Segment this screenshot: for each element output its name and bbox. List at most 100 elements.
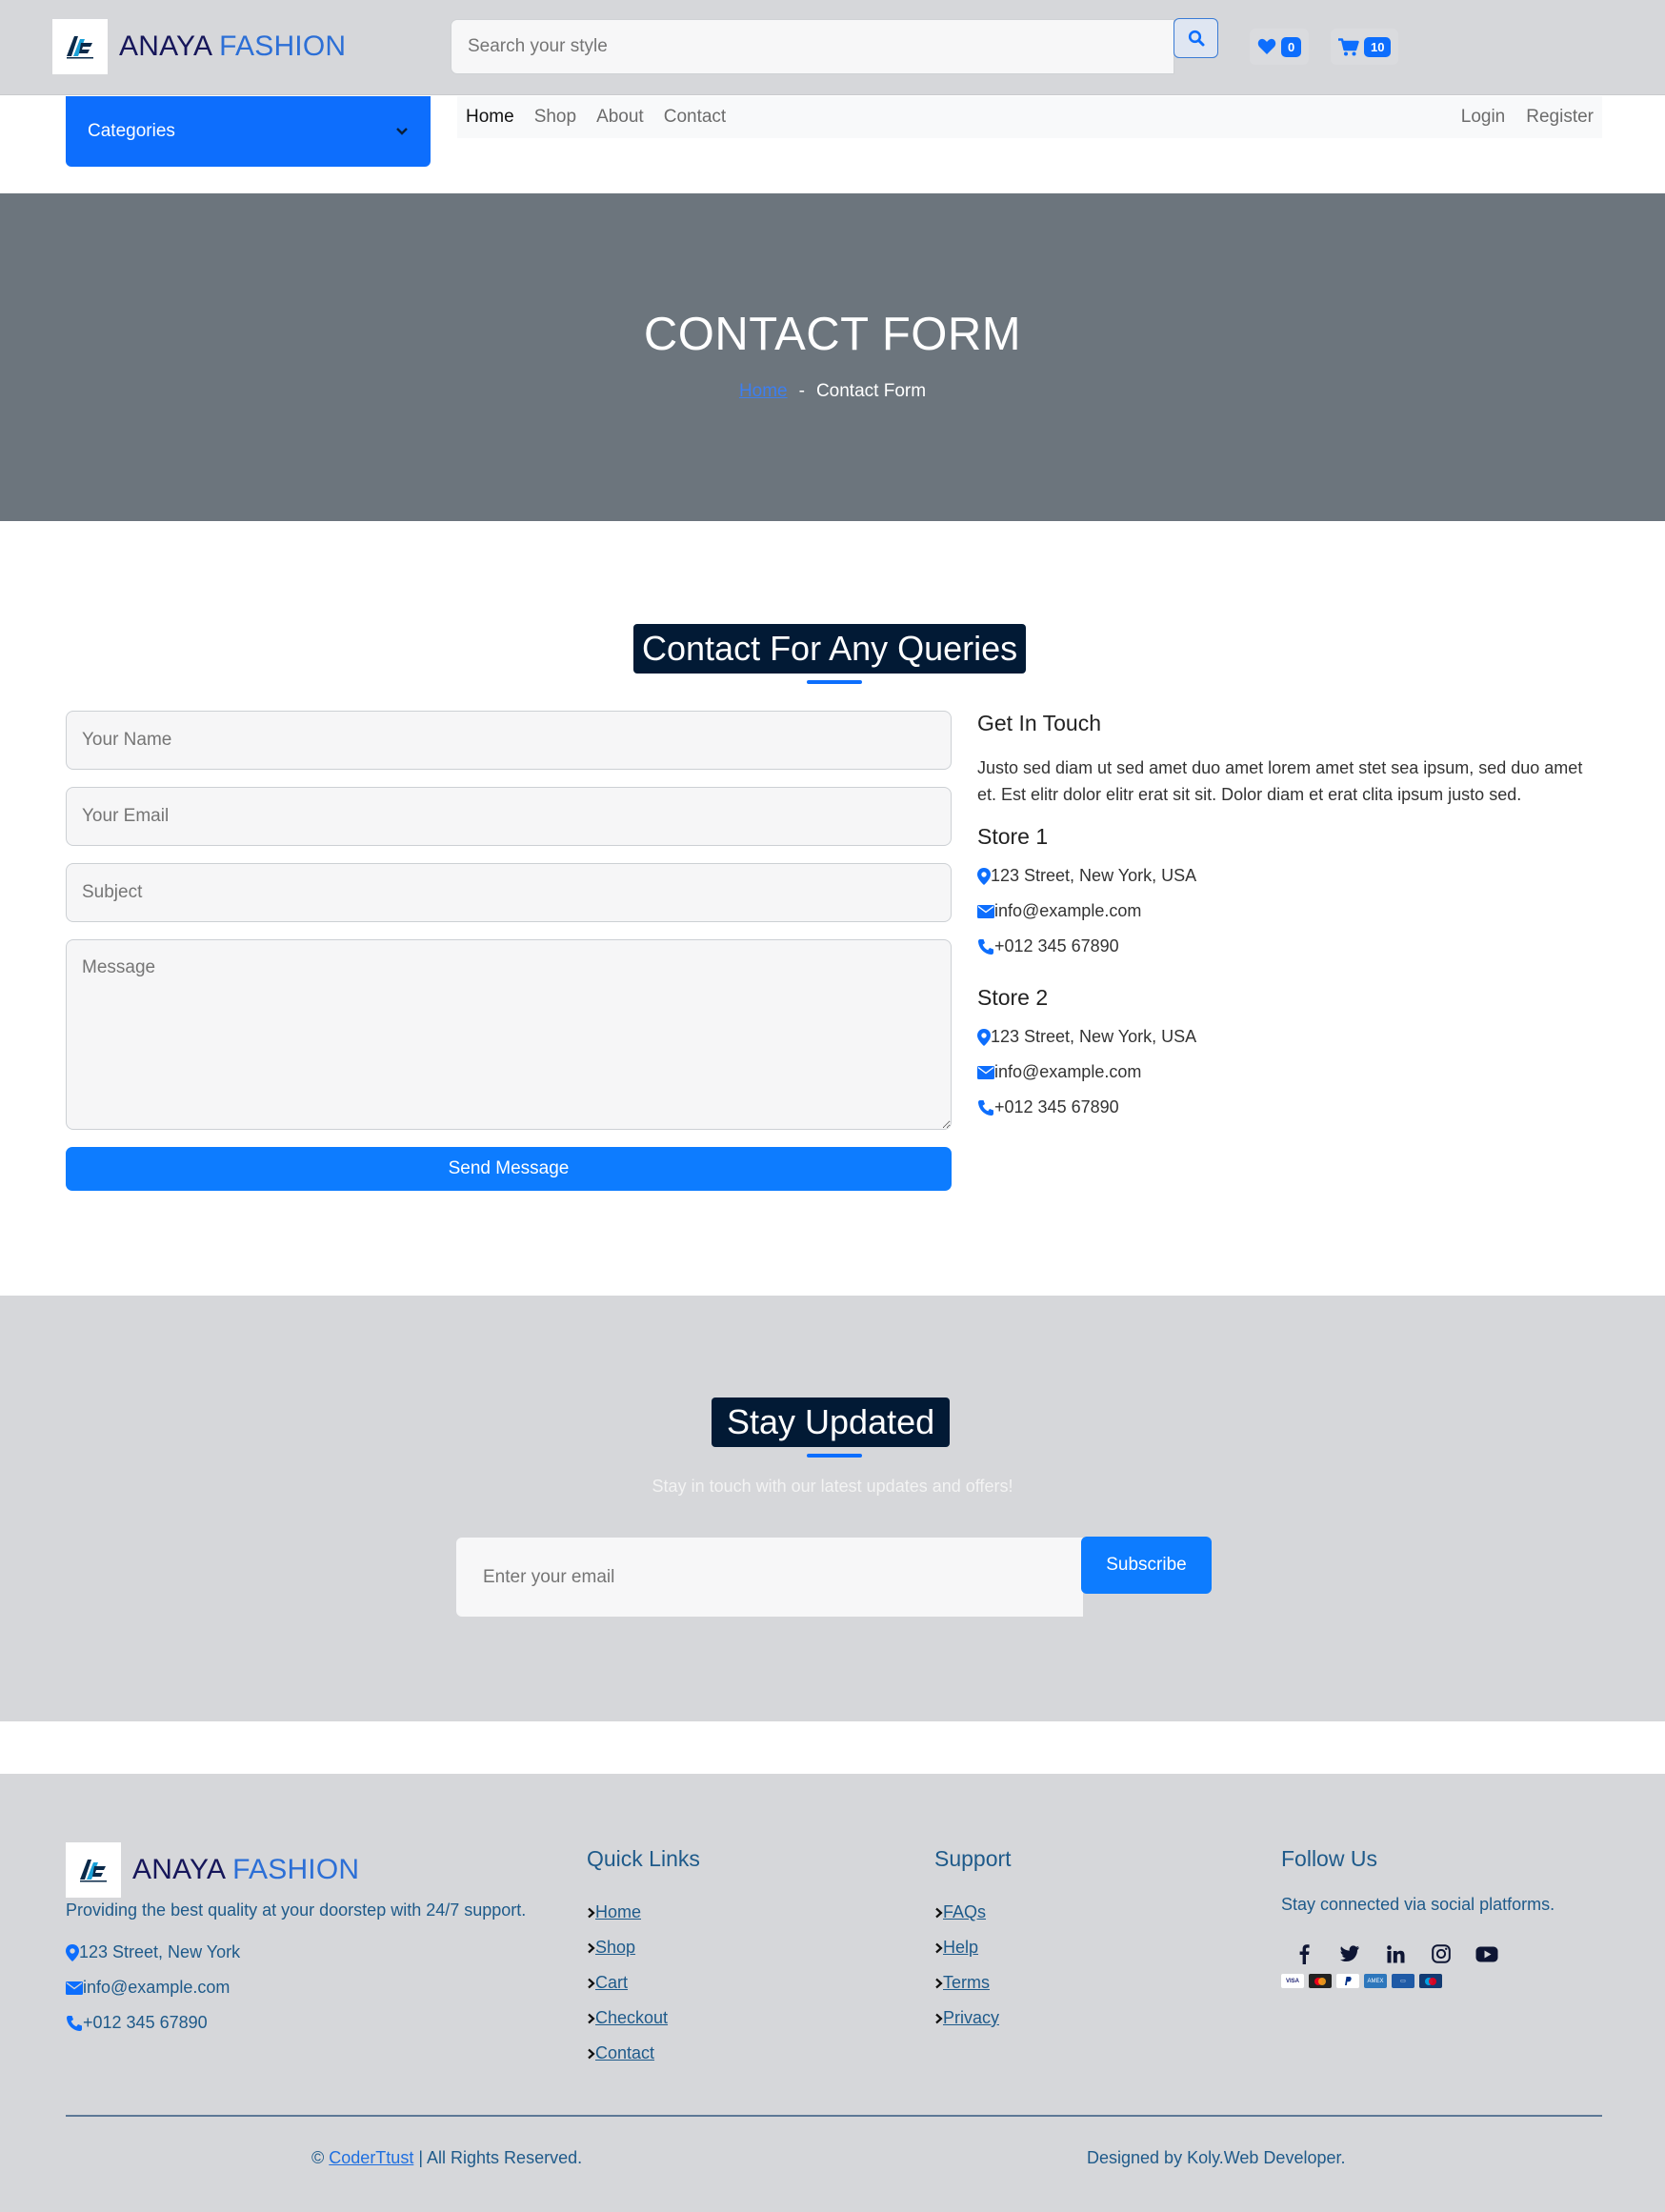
chevron-right-icon [935,1907,943,1918]
nav-link-home[interactable]: Home [466,107,514,128]
newsletter-heading-underline [807,1454,862,1458]
store-2-email: info@example.com [977,1055,1606,1090]
map-marker-icon [977,1028,991,1046]
nav-links: Home Shop About Contact [466,107,746,128]
chevron-right-icon [588,1907,595,1918]
map-marker-icon [66,1943,79,1961]
main-navbar: Home Shop About Contact Login Register [457,96,1602,138]
designed-by: Designed by Koly.Web Developer. [1087,2148,1346,2167]
cart-icon [1338,37,1359,55]
cart-count-badge: 10 [1364,36,1392,57]
payment-card-icon: ▭ [1392,1974,1414,1988]
store-2-address: 123 Street, New York, USA [977,1019,1606,1055]
footer-brand-logo[interactable]: ANAYA FASHION [66,1842,359,1898]
name-field[interactable] [66,711,952,770]
brand-name: ANAYA FASHION [119,30,346,63]
store-1-address: 123 Street, New York, USA [977,858,1606,894]
phone-icon [977,1099,994,1116]
contact-heading: Contact For Any Queries [633,624,1027,674]
brand-logo[interactable]: ANAYA FASHION [52,19,346,74]
amex-icon: AMEX [1364,1974,1387,1988]
twitter-icon[interactable] [1327,1940,1373,1968]
footer-link-privacy[interactable]: Privacy [934,2001,1012,2036]
chevron-right-icon [935,2013,943,2023]
get-in-touch-heading: Get In Touch [977,711,1101,735]
maestro-icon [1419,1974,1442,1988]
paypal-icon [1336,1974,1359,1988]
social-links [1281,1940,1595,1968]
footer-email: info@example.com [66,1978,230,1998]
heart-icon [1257,38,1276,54]
nav-link-about[interactable]: About [596,107,644,128]
footer-link-faqs[interactable]: FAQs [934,1895,1012,1930]
youtube-icon[interactable] [1464,1940,1510,1968]
footer-link-home[interactable]: Home [587,1895,700,1930]
newsletter-section: Stay Updated Stay in touch with our late… [0,1296,1665,1721]
wishlist-button[interactable]: 0 [1250,29,1310,65]
footer-link-checkout[interactable]: Checkout [587,2001,700,2036]
footer-quick-links: Quick Links Home Shop Cart Checkout Cont… [587,1842,700,2071]
categories-dropdown[interactable]: Categories [66,96,431,167]
linkedin-icon[interactable] [1373,1940,1418,1968]
footer-link-help[interactable]: Help [934,1930,1012,1965]
chevron-right-icon [935,1978,943,1988]
email-field[interactable] [66,787,952,846]
map-marker-icon [977,867,991,885]
footer-link-shop[interactable]: Shop [587,1930,700,1965]
search-input[interactable] [451,19,1174,74]
envelope-icon [977,904,994,918]
site-footer: ANAYA FASHION Providing the best quality… [0,1774,1665,2212]
page-title: CONTACT FORM [643,309,1022,360]
mastercard-icon [1309,1974,1332,1988]
chevron-right-icon [588,1942,595,1953]
contact-info: Get In Touch Justo sed diam ut sed amet … [977,711,1606,1125]
login-link[interactable]: Login [1461,107,1506,128]
copyright: © CoderTtust | All Rights Reserved. [311,2148,583,2167]
wishlist-count-badge: 0 [1281,36,1302,57]
envelope-icon [66,1981,83,1995]
brand-name-part2: FASHION [219,30,347,62]
search-button[interactable] [1174,18,1218,58]
nav-link-shop[interactable]: Shop [534,107,576,128]
payment-methods: VISA AMEX ▭ [1281,1974,1595,1988]
categories-label: Categories [88,121,175,141]
page-hero: CONTACT FORM Home - Contact Form [0,193,1665,521]
breadcrumb-separator: - [798,381,805,401]
top-header: ANAYA FASHION 0 10 [0,0,1665,95]
store-1-email: info@example.com [977,894,1606,929]
footer-support-links: Support FAQs Help Terms Privacy [934,1842,1012,2036]
copyright-link[interactable]: CoderTtust [329,2148,413,2167]
contact-heading-underline [807,680,862,684]
breadcrumb: Home - Contact Form [0,381,1665,402]
facebook-icon[interactable] [1281,1940,1327,1968]
chevron-right-icon [588,1978,595,1988]
register-link[interactable]: Register [1526,107,1594,128]
footer-divider [66,2115,1602,2117]
instagram-icon[interactable] [1418,1940,1464,1968]
cart-button[interactable]: 10 [1331,29,1399,65]
send-message-button[interactable]: Send Message [66,1147,952,1191]
contact-intro: Justo sed diam ut sed amet duo amet lore… [977,758,1583,804]
footer-tagline: Providing the best quality at your doors… [66,1900,527,1920]
newsletter-email-input[interactable] [456,1538,1083,1617]
footer-link-contact[interactable]: Contact [587,2036,700,2071]
follow-title: Follow Us [1281,1846,1377,1871]
chevron-down-icon [396,128,408,135]
newsletter-heading: Stay Updated [712,1398,951,1447]
footer-phone: +012 345 67890 [66,2013,208,2033]
footer-link-cart[interactable]: Cart [587,1965,700,2001]
footer-link-terms[interactable]: Terms [934,1965,1012,2001]
phone-icon [66,2015,83,2032]
breadcrumb-home-link[interactable]: Home [739,381,788,402]
subscribe-button[interactable]: Subscribe [1081,1537,1212,1594]
subject-field[interactable] [66,863,952,922]
message-field[interactable] [66,939,952,1130]
nav-link-contact[interactable]: Contact [664,107,726,128]
store-2-phone: +012 345 67890 [977,1090,1606,1125]
footer-brand-name: ANAYA FASHION [132,1854,360,1885]
visa-icon: VISA [1281,1974,1304,1988]
newsletter-subtitle: Stay in touch with our latest updates an… [652,1477,1013,1496]
search-icon [1188,30,1204,47]
phone-icon [977,938,994,955]
quick-links-title: Quick Links [587,1846,700,1871]
